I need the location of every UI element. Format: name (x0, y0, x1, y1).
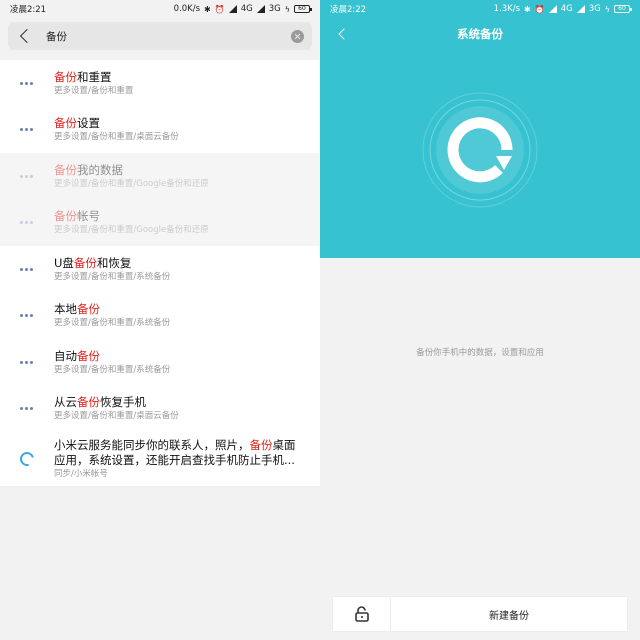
result-item-cloud[interactable]: 小米云服务能同步你的联系人，照片，备份桌面 应用，系统设置，还能开启查找手机防止手… (0, 432, 320, 486)
result-title: 小米云服务能同步你的联系人，照片，备份桌面 (54, 438, 296, 452)
more-dots-icon (20, 221, 34, 225)
result-title: 本地备份 (54, 302, 100, 317)
result-path: 更多设置/备份和重置/系统备份 (54, 271, 171, 282)
bottom-action-bar: 新建备份 (332, 596, 628, 632)
result-text: 自动备份 更多设置/备份和重置/系统备份 (54, 349, 170, 376)
network-speed: 1.3K/s (493, 4, 521, 14)
signal-icon-2 (576, 5, 585, 13)
result-title: 自动备份 (54, 348, 100, 363)
search-input[interactable]: 备份 (46, 29, 291, 44)
more-dots-icon (20, 81, 34, 85)
more-dots-icon (20, 174, 34, 178)
result-path: 同步/小米帐号 (54, 469, 108, 479)
status-bar-right: 凌晨2:22 1.3K/s ✱ ⏰ 4G 3G ϟ 60 (320, 0, 640, 18)
backup-logo-icon (420, 90, 540, 210)
result-title: 备份我的数据 (54, 162, 123, 177)
result-path: 更多设置/备份和重置/桌面云备份 (54, 132, 179, 143)
result-item[interactable]: 备份我的数据 更多设置/备份和重置/Google备份和还原 (0, 153, 320, 200)
result-text: U盘备份和恢复 更多设置/备份和重置/系统备份 (54, 256, 170, 283)
result-path: 更多设置/备份和重置/系统备份 (54, 364, 171, 375)
result-item[interactable]: 自动备份 更多设置/备份和重置/系统备份 (0, 339, 320, 386)
result-title: 备份和重置 (54, 69, 112, 84)
charging-icon: ϟ (284, 4, 290, 14)
alarm-icon: ⏰ (534, 4, 545, 14)
result-text: 本地备份 更多设置/备份和重置/系统备份 (54, 302, 170, 329)
result-title-line2: 应用，系统设置，还能开启查找手机防止手机... (54, 453, 295, 467)
result-item[interactable]: 备份和重置 更多设置/备份和重置 (0, 60, 320, 107)
alarm-icon: ⏰ (214, 4, 225, 14)
backup-header: 凌晨2:22 1.3K/s ✱ ⏰ 4G 3G ϟ 60 系统备份 (320, 0, 640, 258)
search-bar[interactable]: 备份 (8, 22, 312, 50)
result-item[interactable]: 备份设置 更多设置/备份和重置/桌面云备份 (0, 107, 320, 154)
bluetooth-icon: ✱ (524, 4, 531, 14)
result-path: 更多设置/备份和重置/桌面云备份 (54, 411, 179, 422)
status-time: 凌晨2:22 (330, 5, 367, 15)
search-results: 备份和重置 更多设置/备份和重置 备份设置 更多设置/备份和重置/桌面云备份 备份我的数… (0, 60, 320, 486)
result-path: 更多设置/备份和重置/Google备份和还原 (54, 178, 209, 189)
status-time: 凌晨2:21 (10, 5, 47, 15)
result-item[interactable]: U盘备份和恢复 更多设置/备份和重置/系统备份 (0, 246, 320, 293)
lock-button[interactable] (333, 597, 391, 631)
result-title: 备份帐号 (54, 209, 100, 224)
result-text: 备份和重置 更多设置/备份和重置 (54, 70, 133, 97)
system-backup-panel: 凌晨2:22 1.3K/s ✱ ⏰ 4G 3G ϟ 60 系统备份 备份你手机中… (320, 0, 640, 640)
result-title: 从云备份恢复手机 (54, 395, 146, 410)
network-type-1: 4G (560, 4, 573, 14)
bluetooth-icon: ✱ (204, 4, 211, 14)
search-panel: 凌晨2:21 0.0K/s ✱ ⏰ 4G 3G ϟ 60 备份 备份和重置 更多设… (0, 0, 320, 640)
status-bar: 凌晨2:21 0.0K/s ✱ ⏰ 4G 3G ϟ 60 (0, 0, 320, 18)
more-dots-icon (20, 407, 34, 411)
result-text: 从云备份恢复手机 更多设置/备份和重置/桌面云备份 (54, 395, 179, 422)
result-path: 更多设置/备份和重置/系统备份 (54, 318, 171, 329)
new-backup-button[interactable]: 新建备份 (391, 597, 627, 631)
unlock-icon (354, 606, 369, 622)
result-path: 更多设置/备份和重置/Google备份和还原 (54, 225, 209, 236)
battery-icon: 60 (294, 5, 312, 13)
more-dots-icon (20, 128, 34, 132)
clear-icon[interactable] (291, 29, 304, 43)
result-text: 小米云服务能同步你的联系人，照片，备份桌面 应用，系统设置，还能开启查找手机防止手… (54, 438, 296, 480)
result-text: 备份帐号 更多设置/备份和重置/Google备份和还原 (54, 209, 209, 236)
result-path: 更多设置/备份和重置 (54, 85, 134, 96)
result-text: 备份我的数据 更多设置/备份和重置/Google备份和还原 (54, 163, 209, 190)
result-title: 备份设置 (54, 116, 100, 131)
more-dots-icon (20, 360, 34, 364)
network-type-2: 3G (268, 4, 281, 14)
result-title: U盘备份和恢复 (54, 255, 132, 270)
status-icons: 1.3K/s ✱ ⏰ 4G 3G ϟ 60 (493, 4, 632, 14)
signal-icon-2 (256, 5, 265, 13)
network-type-1: 4G (240, 4, 253, 14)
sync-icon (17, 449, 37, 469)
signal-icon (228, 5, 237, 13)
charging-icon: ϟ (604, 4, 610, 14)
signal-icon (548, 5, 557, 13)
backup-description: 备份你手机中的数据，设置和应用 (416, 348, 544, 358)
result-item[interactable]: 备份帐号 更多设置/备份和重置/Google备份和还原 (0, 199, 320, 246)
more-dots-icon (20, 314, 34, 318)
network-speed: 0.0K/s (173, 4, 201, 14)
network-type-2: 3G (588, 4, 601, 14)
page-title: 系统备份 (457, 27, 503, 41)
status-icons: 0.0K/s ✱ ⏰ 4G 3G ϟ 60 (173, 4, 312, 14)
result-item[interactable]: 从云备份恢复手机 更多设置/备份和重置/桌面云备份 (0, 386, 320, 433)
search-header: 备份 (0, 18, 320, 56)
result-text: 备份设置 更多设置/备份和重置/桌面云备份 (54, 116, 179, 143)
back-arrow-icon[interactable] (19, 28, 35, 44)
battery-icon: 60 (614, 5, 632, 13)
result-item[interactable]: 本地备份 更多设置/备份和重置/系统备份 (0, 293, 320, 340)
more-dots-icon (20, 267, 34, 271)
